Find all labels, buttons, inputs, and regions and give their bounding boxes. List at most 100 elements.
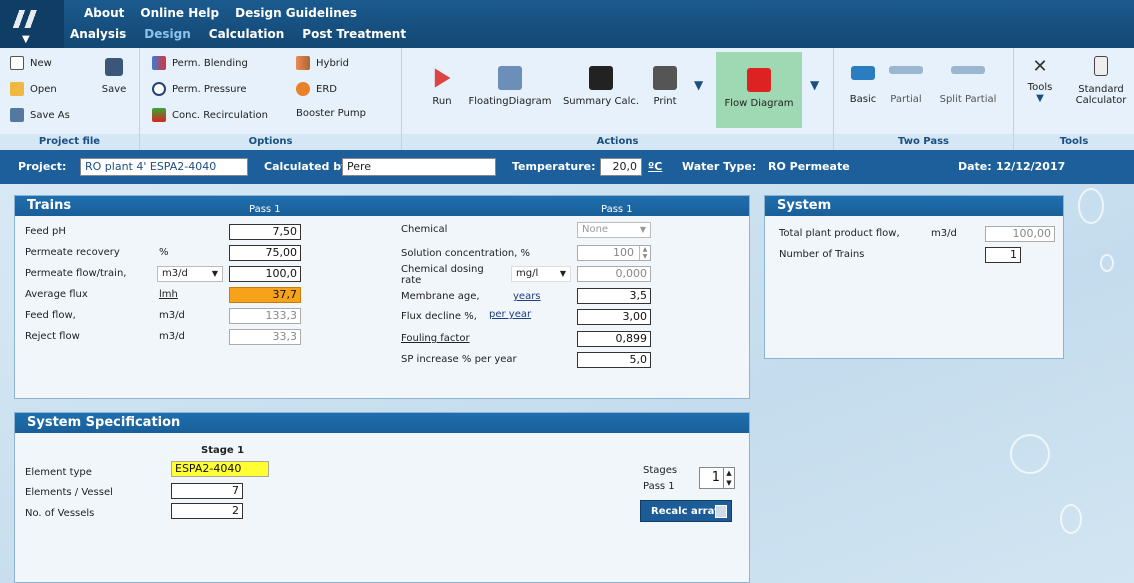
membrane-age-input[interactable]: 3,5 xyxy=(577,288,651,304)
hybrid-button[interactable]: Hybrid xyxy=(296,56,349,70)
pass-label-right: Pass 1 xyxy=(601,204,633,215)
chevron-down-icon: ▼ xyxy=(639,225,646,234)
pass-label-left: Pass 1 xyxy=(249,204,281,215)
total-plant-flow-input[interactable]: 100,00 xyxy=(985,226,1055,242)
menu-online-help[interactable]: Online Help xyxy=(140,6,219,20)
tools-dropdown-icon[interactable]: ▼ xyxy=(1022,93,1058,104)
chemical-value: None xyxy=(582,224,609,235)
system-panel: System Total plant product flow, m3/d 10… xyxy=(764,195,1064,359)
solution-concentration-label: Solution concentration, % xyxy=(401,248,531,259)
menu-analysis[interactable]: Analysis xyxy=(70,27,126,41)
number-of-trains-input[interactable]: 1 xyxy=(985,247,1021,263)
perm-pressure-button[interactable]: Perm. Pressure xyxy=(152,82,247,96)
tools-button[interactable]: ✕ Tools ▼ xyxy=(1022,56,1058,104)
menu-design-guidelines[interactable]: Design Guidelines xyxy=(235,6,357,20)
reject-flow-label: Reject flow xyxy=(25,331,80,342)
group-label: Actions xyxy=(402,134,833,150)
recalc-array-button[interactable]: Recalc array xyxy=(640,500,732,522)
dosing-unit-select[interactable]: mg/l ▼ xyxy=(511,266,571,282)
fouling-factor-label[interactable]: Fouling factor xyxy=(401,333,470,344)
project-name-input[interactable]: RO plant 4' ESPA2-4040 xyxy=(80,158,248,176)
temperature-input[interactable]: 20,0 xyxy=(600,158,642,176)
floating-diagram-button[interactable]: FloatingDiagram xyxy=(468,66,552,107)
calculated-by-input[interactable]: Pere xyxy=(342,158,496,176)
stage-1-label: Stage 1 xyxy=(201,445,245,456)
print-button[interactable]: Print xyxy=(648,66,682,107)
app-logo[interactable]: ▼ xyxy=(0,0,64,48)
system-specification-header: System Specification xyxy=(15,413,749,433)
flow-diagram-dropdown-icon[interactable]: ▼ xyxy=(810,78,819,92)
new-button[interactable]: New xyxy=(10,56,52,70)
average-flux-value: 37,7 xyxy=(229,287,301,303)
flux-decline-input[interactable]: 3,00 xyxy=(577,309,651,325)
recalc-array-label: Recalc array xyxy=(651,506,721,517)
trains-header: Trains Pass 1 Pass 1 xyxy=(15,196,749,216)
logo-icon xyxy=(12,10,42,28)
booster-pump-button[interactable]: Booster Pump xyxy=(296,108,366,119)
water-type-value[interactable]: RO Permeate xyxy=(768,160,850,173)
permeate-recovery-input[interactable]: 75,00 xyxy=(229,245,301,261)
menu-design[interactable]: Design xyxy=(144,27,191,41)
chemical-dosing-input[interactable]: 0,000 xyxy=(577,266,651,282)
basic-button[interactable]: Basic xyxy=(846,66,880,105)
save-as-button[interactable]: Save As xyxy=(10,108,70,122)
split-partial-icon xyxy=(951,66,985,74)
average-flux-unit[interactable]: lmh xyxy=(159,289,178,300)
flow-diagram-button[interactable]: Flow Diagram xyxy=(716,52,802,128)
conc-recirculation-button[interactable]: Conc. Recirculation xyxy=(152,108,268,122)
membrane-age-unit[interactable]: years xyxy=(513,291,541,302)
ribbon: New Open Save As Save Project file Perm.… xyxy=(0,48,1134,150)
group-actions: Run FloatingDiagram Summary Calc. Print … xyxy=(402,48,834,150)
save-as-icon xyxy=(10,108,24,122)
no-of-vessels-label: No. of Vessels xyxy=(25,508,95,519)
print-dropdown-icon[interactable]: ▼ xyxy=(694,78,703,92)
water-type-label: Water Type: xyxy=(682,160,757,173)
flux-decline-unit[interactable]: per year xyxy=(489,309,531,320)
feed-ph-input[interactable]: 7,50 xyxy=(229,224,301,240)
summary-calc-button[interactable]: Summary Calc. xyxy=(562,66,640,107)
temperature-unit[interactable]: ºC xyxy=(648,160,662,173)
permeate-flow-unit-select[interactable]: m3/d ▼ xyxy=(157,266,223,282)
permeate-flow-input[interactable]: 100,0 xyxy=(229,266,301,282)
printer-icon xyxy=(653,66,677,90)
save-button[interactable]: Save xyxy=(96,58,132,95)
reject-flow-unit: m3/d xyxy=(159,331,185,342)
sp-increase-label: SP increase % per year xyxy=(401,354,517,365)
menu-about[interactable]: About xyxy=(84,6,124,20)
erd-button[interactable]: ERD xyxy=(296,82,337,96)
chemical-select[interactable]: None ▼ xyxy=(577,222,651,238)
group-options: Perm. Blending Hybrid Perm. Pressure ERD… xyxy=(140,48,402,150)
menu-post-treatment[interactable]: Post Treatment xyxy=(302,27,406,41)
open-button[interactable]: Open xyxy=(10,82,57,96)
system-title: System xyxy=(777,198,832,213)
system-specification-panel: System Specification Stage 1 Element typ… xyxy=(14,412,750,583)
chevron-down-icon[interactable]: ▼ xyxy=(22,34,30,45)
chemical-dosing-label: Chemical dosing rate xyxy=(401,264,484,286)
average-flux-label: Average flux xyxy=(25,289,88,300)
no-of-vessels-input[interactable]: 2 xyxy=(171,503,243,519)
elements-per-vessel-input[interactable]: 7 xyxy=(171,483,243,499)
wrench-icon: ✕ xyxy=(1032,56,1048,77)
split-partial-button[interactable]: Split Partial xyxy=(932,66,1004,105)
gauge-icon xyxy=(152,82,166,96)
run-button[interactable]: Run xyxy=(422,66,462,107)
element-type-input[interactable]: ESPA2-4040 xyxy=(171,461,269,477)
fouling-factor-input[interactable]: 0,899 xyxy=(577,331,651,347)
print-label: Print xyxy=(653,96,677,107)
permeate-recovery-unit: % xyxy=(159,247,169,258)
split-partial-label: Split Partial xyxy=(939,94,997,105)
spinner-icon[interactable]: ▲ ▼ xyxy=(639,246,650,260)
sp-increase-input[interactable]: 5,0 xyxy=(577,352,651,368)
permeate-flow-unit: m3/d xyxy=(162,268,188,279)
partial-button[interactable]: Partial xyxy=(886,66,926,105)
bubble-decoration xyxy=(1100,254,1114,272)
group-project-file: New Open Save As Save Project file xyxy=(0,48,140,150)
stages-spinner-icon[interactable]: ▲ ▼ xyxy=(723,468,734,488)
elements-per-vessel-label: Elements / Vessel xyxy=(25,487,113,498)
play-icon xyxy=(434,68,451,88)
recirculation-icon xyxy=(152,108,166,122)
calculator-icon xyxy=(1094,56,1108,76)
perm-blending-button[interactable]: Perm. Blending xyxy=(152,56,248,70)
menu-calculation[interactable]: Calculation xyxy=(209,27,285,41)
standard-calculator-button[interactable]: Standard Calculator xyxy=(1070,56,1132,106)
